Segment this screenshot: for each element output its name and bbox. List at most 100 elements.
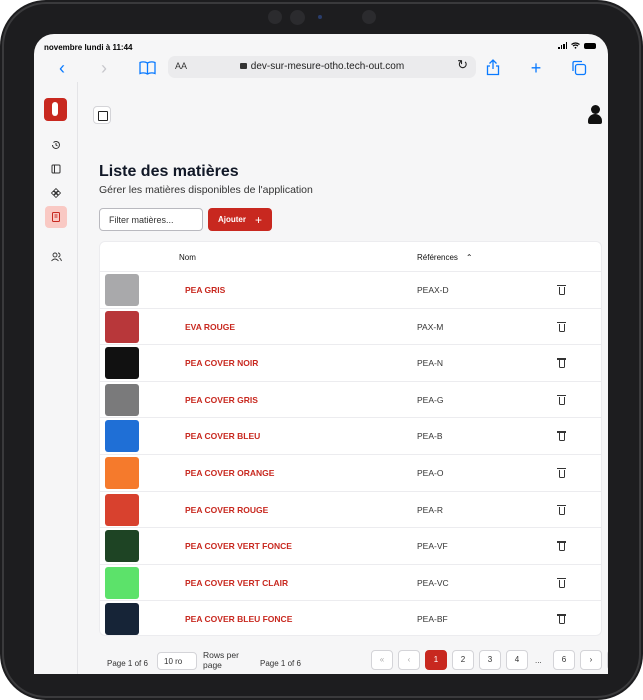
page-ellipsis: ... (535, 656, 542, 665)
app-logo[interactable] (44, 98, 67, 121)
material-name-link[interactable]: PEA COVER BLEU FONCE (185, 614, 292, 624)
trash-icon[interactable] (557, 540, 566, 552)
trash-icon[interactable] (557, 467, 566, 478)
table-row[interactable]: PEA COVER BLEU FONCE PEA-BF (100, 601, 601, 635)
new-tab-button[interactable]: + (525, 57, 547, 79)
trash-icon[interactable] (557, 394, 566, 405)
material-swatch (105, 566, 139, 599)
material-swatch (105, 274, 139, 306)
page-button-2[interactable]: 2 (452, 650, 474, 670)
camera-indicator (318, 15, 322, 19)
bookmarks-button[interactable] (136, 57, 158, 79)
material-name-link[interactable]: PEA COVER GRIS (185, 395, 258, 405)
user-avatar[interactable] (586, 104, 604, 124)
materials-icon[interactable] (45, 206, 67, 228)
page-button-1[interactable]: 1 (425, 650, 447, 670)
sidebar-toggle-button[interactable] (93, 106, 111, 124)
material-name-link[interactable]: PEA COVER ROUGE (185, 505, 268, 515)
page-button-3[interactable]: 3 (479, 650, 501, 670)
material-reference: PEA-VF (417, 541, 448, 552)
material-swatch (105, 383, 139, 416)
plus-icon: + (254, 212, 262, 227)
table-row[interactable]: PEA COVER VERT CLAIR PEA-VC (100, 565, 601, 602)
page-button-4[interactable]: 4 (506, 650, 528, 670)
catalog-icon[interactable] (45, 158, 67, 180)
page-info-secondary: Page 1 of 6 (260, 659, 301, 668)
sidebar (34, 82, 78, 674)
material-name-link[interactable]: PEA COVER VERT CLAIR (185, 578, 288, 588)
page-info: Page 1 of 6 (107, 659, 148, 668)
prev-page-button[interactable]: ‹ (398, 650, 420, 670)
material-reference: PEA-O (417, 467, 444, 478)
table-header: Nom Références ⌃ (100, 242, 601, 272)
column-header-references[interactable]: Références ⌃ (417, 253, 473, 262)
pagination: Page 1 of 6 10 ro Rows per page Page 1 o… (79, 648, 608, 674)
share-button[interactable] (482, 57, 504, 79)
table-row[interactable]: PEA COVER ORANGE PEA-O (100, 455, 601, 492)
sort-icon[interactable]: ⌃ (466, 253, 473, 262)
trash-icon[interactable] (557, 504, 566, 515)
first-page-button[interactable]: « (371, 650, 393, 670)
material-name-link[interactable]: PEA COVER VERT FONCE (185, 541, 292, 551)
material-reference: PEA-R (417, 504, 443, 515)
trash-icon[interactable] (557, 284, 566, 295)
page-button-last[interactable]: 6 (553, 650, 575, 670)
trash-icon[interactable] (557, 577, 566, 588)
material-swatch (105, 530, 139, 563)
history-icon[interactable] (45, 134, 67, 156)
browser-toolbar: ‹ › AA dev-sur-mesure-otho.tech-out.com … (34, 54, 608, 82)
last-page-button[interactable]: » (607, 650, 608, 670)
forward-button[interactable]: › (93, 57, 115, 79)
web-app: Liste des matières Gérer les matières di… (34, 82, 608, 674)
reload-icon[interactable]: ↻ (457, 57, 468, 73)
material-swatch (105, 420, 139, 453)
rows-per-page-select[interactable]: 10 ro (157, 652, 197, 670)
book-icon (138, 61, 156, 75)
tabs-icon (572, 60, 587, 76)
next-page-button[interactable]: › (580, 650, 602, 670)
material-name-link[interactable]: PEA COVER ORANGE (185, 468, 274, 478)
status-time: novembre lundi à 11:44 (44, 43, 133, 52)
camera-sensor (362, 10, 376, 24)
table-row[interactable]: PEA GRIS PEAX-D (100, 272, 601, 309)
ipad-frame: novembre lundi à 11:44 ‹ › AA dev-sur-me… (0, 0, 643, 700)
trash-icon[interactable] (557, 321, 566, 332)
table-row[interactable]: PEA COVER BLEU PEA-B (100, 418, 601, 455)
tabs-button[interactable] (568, 57, 590, 79)
material-reference: PEA-G (417, 394, 444, 405)
material-name-link[interactable]: PEA GRIS (185, 285, 225, 295)
material-reference: PAX-M (417, 321, 444, 332)
table-row[interactable]: PEA COVER ROUGE PEA-R (100, 492, 601, 529)
components-icon[interactable] (45, 182, 67, 204)
wifi-icon (571, 42, 580, 49)
material-swatch (105, 347, 139, 380)
material-name-link[interactable]: PEA COVER NOIR (185, 358, 258, 368)
address-bar[interactable]: AA dev-sur-mesure-otho.tech-out.com ↻ (168, 56, 476, 78)
status-icons (558, 42, 596, 49)
signal-icon (558, 42, 567, 49)
trash-icon[interactable] (557, 613, 566, 625)
trash-icon[interactable] (557, 430, 566, 442)
material-name-link[interactable]: PEA COVER BLEU (185, 431, 260, 441)
table-row[interactable]: PEA COVER GRIS PEA-G (100, 382, 601, 419)
page-subtitle: Gérer les matières disponibles de l'appl… (99, 184, 313, 196)
table-row[interactable]: PEA COVER NOIR PEA-N (100, 345, 601, 382)
table-row[interactable]: EVA ROUGE PAX-M (100, 309, 601, 346)
add-button[interactable]: Ajouter + (208, 208, 272, 231)
material-name-link[interactable]: EVA ROUGE (185, 322, 235, 332)
material-swatch (105, 603, 139, 635)
lock-icon (239, 63, 247, 69)
table-row[interactable]: PEA COVER VERT FONCE PEA-VF (100, 528, 601, 565)
url-text: dev-sur-mesure-otho.tech-out.com (250, 61, 405, 72)
materials-table: Nom Références ⌃ PEA GRIS PEAX-D EVA ROUGE P… (99, 241, 602, 636)
url-display: dev-sur-mesure-otho.tech-out.com (168, 61, 476, 72)
users-icon[interactable] (45, 246, 67, 268)
material-reference: PEAX-D (417, 285, 449, 295)
material-swatch (105, 456, 139, 489)
filter-input[interactable] (99, 208, 203, 231)
material-reference: PEA-N (417, 358, 443, 369)
material-swatch (105, 310, 139, 343)
back-button[interactable]: ‹ (51, 57, 73, 79)
trash-icon[interactable] (557, 357, 566, 369)
camera-sensor (268, 10, 282, 24)
